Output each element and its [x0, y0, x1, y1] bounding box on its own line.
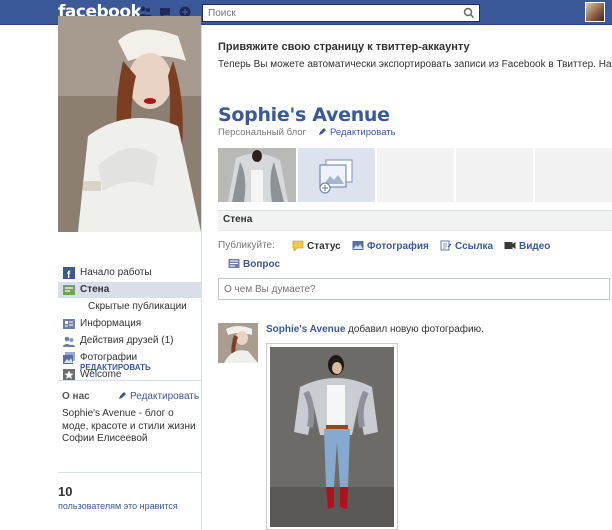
facebook-icon: f [63, 267, 75, 279]
wall-tab-bar [218, 210, 612, 231]
profile-picture[interactable] [58, 16, 201, 232]
about-edit-link[interactable]: Редактировать [118, 391, 199, 402]
publish-link[interactable]: Ссылка [440, 240, 493, 252]
video-icon [504, 242, 516, 249]
status-icon [292, 240, 304, 251]
pencil-icon [319, 128, 326, 135]
likes-link[interactable]: пользователям это нравится [58, 501, 178, 511]
publish-status[interactable]: Статус [292, 240, 341, 252]
edit-page-label: Редактировать [330, 127, 396, 138]
nav-item-label: Начало работы [80, 267, 152, 278]
nav-item-getting-started[interactable]: f Начало работы [58, 265, 201, 281]
search-input[interactable] [203, 5, 453, 21]
nav-item-label: Информация [80, 318, 142, 329]
banner-title: Привяжите свою страницу к твиттер-аккаун… [218, 41, 470, 53]
publish-photo[interactable]: Фотография [352, 240, 429, 252]
about-text: Sophie's Avenue - блог о моде, красоте и… [62, 408, 196, 444]
add-photo-icon [319, 159, 353, 194]
publish-question-label: Вопрос [243, 259, 281, 270]
info-icon [63, 319, 75, 329]
pencil-icon [119, 392, 126, 399]
about-title: О нас [62, 391, 90, 402]
question-icon [228, 259, 240, 268]
page-title[interactable]: Sophie's Avenue [218, 104, 390, 126]
page-category: Персональный блог [218, 127, 306, 138]
twitter-banner [202, 25, 612, 81]
photo-icon [352, 241, 364, 250]
story-author-link[interactable]: Sophie's Avenue [266, 324, 345, 335]
add-photos-item[interactable] [298, 148, 375, 202]
nav-item-hidden-posts[interactable]: Скрытые публикации [58, 299, 201, 315]
user-avatar[interactable] [585, 2, 605, 22]
edit-page-link[interactable]: Редактировать [318, 127, 396, 138]
nav-item-label: Действия друзей (1) [80, 335, 174, 346]
publish-photo-label: Фотография [367, 241, 429, 252]
about-edit-label: Редактировать [130, 391, 200, 402]
search-box[interactable] [202, 4, 480, 22]
friends-icon [63, 336, 75, 347]
publish-video[interactable]: Видео [504, 240, 550, 252]
publish-link-label: Ссылка [455, 241, 494, 252]
nav-item-info[interactable]: Информация [58, 316, 201, 332]
search-icon[interactable] [463, 7, 475, 19]
tab-wall[interactable]: Стена [223, 214, 252, 225]
nav-edit-link[interactable]: РЕДАКТИРОВАТЬ [80, 363, 151, 372]
photo-strip-empty [377, 148, 454, 202]
publish-status-label: Статус [307, 241, 341, 252]
publish-video-label: Видео [519, 241, 551, 252]
story-action-text: добавил новую фотографию. [348, 324, 484, 335]
nav-item-friend-activity[interactable]: Действия друзей (1) [58, 333, 201, 349]
nav-item-wall[interactable]: Стена [58, 282, 201, 298]
photo-strip-empty [535, 148, 612, 202]
story-photo[interactable] [266, 343, 398, 530]
photo-strip-item[interactable] [218, 148, 296, 202]
photos-icon [63, 352, 75, 364]
nav-item-label: Скрытые публикации [88, 301, 187, 312]
status-composer[interactable] [218, 278, 610, 300]
link-icon [440, 240, 452, 251]
photo-strip-empty [456, 148, 533, 202]
likes-count: 10 [58, 484, 73, 499]
banner-text: Теперь Вы можете автоматически экспортир… [218, 59, 612, 70]
divider [58, 380, 201, 381]
publish-question[interactable]: Вопрос [228, 258, 280, 270]
publish-label: Публикуйте: [218, 240, 275, 251]
column-divider [201, 25, 202, 530]
story-author-avatar[interactable] [218, 323, 258, 363]
status-input[interactable] [219, 279, 599, 299]
nav-item-label: Стена [80, 284, 110, 295]
divider [58, 472, 201, 473]
wall-icon [63, 285, 75, 295]
